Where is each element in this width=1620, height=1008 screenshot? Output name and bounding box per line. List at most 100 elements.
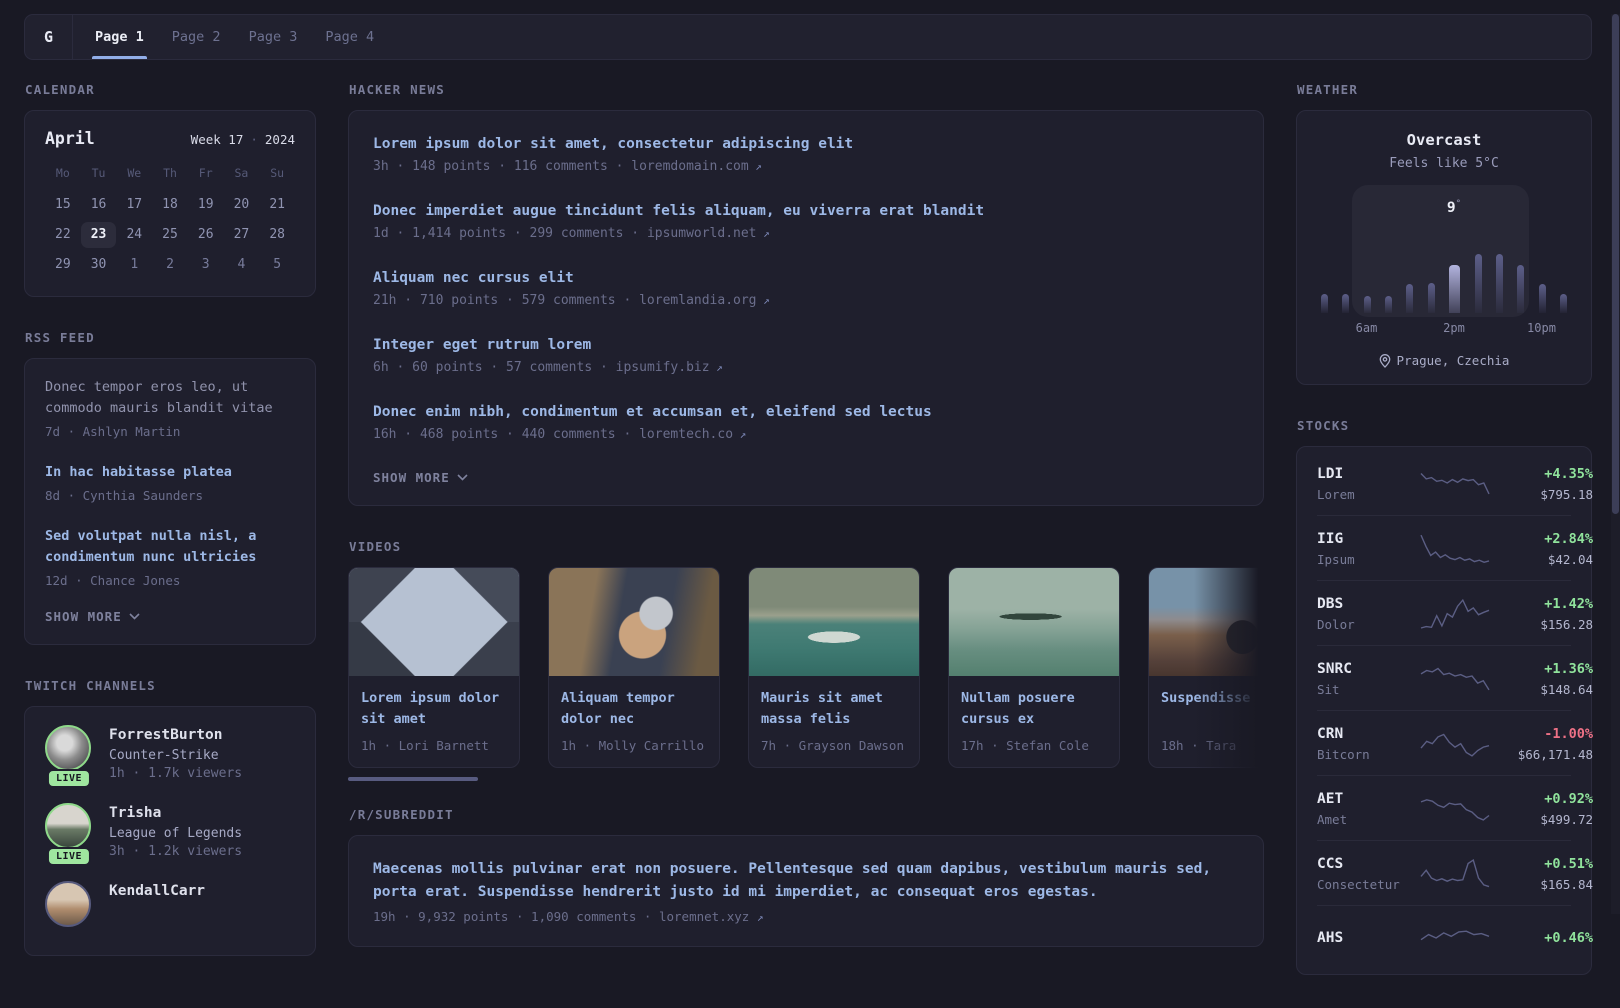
post-meta-text: 21h · 710 points · 579 comments · <box>373 293 640 308</box>
calendar-day: 5 <box>273 257 282 272</box>
rss-item-title[interactable]: In hac habitasse platea <box>45 462 295 483</box>
post-domain-link[interactable]: loremdomain.com ↗ <box>631 159 762 174</box>
twitch-avatar-wrap <box>45 881 93 927</box>
calendar-day: 19 <box>197 197 214 212</box>
middle-column: HACKER NEWS Lorem ipsum dolor sit amet, … <box>348 82 1264 1008</box>
rss-show-more-label: SHOW MORE <box>45 609 122 624</box>
tab-page-1[interactable]: Page 1 <box>82 15 157 59</box>
videos-scrollbar-thumb[interactable] <box>348 777 478 781</box>
stock-symbol: SNRC <box>1317 661 1352 677</box>
video-thumbnail[interactable] <box>349 568 519 676</box>
calendar-day: 18 <box>162 197 178 212</box>
hackernews-post-title[interactable]: Aliquam nec cursus elit <box>373 267 1239 289</box>
hackernews-post: Donec imperdiet augue tincidunt felis al… <box>373 200 1239 241</box>
rss-item-meta: 7d · Ashlyn Martin <box>45 424 181 439</box>
stock-row[interactable]: CRN Bitcorn -1.00% $66,171.48 <box>1317 710 1593 775</box>
sparkline-chart <box>1420 534 1490 564</box>
calendar-weekday: Mo <box>55 166 70 180</box>
video-title[interactable]: Lorem ipsum dolor sit amet consectetu… <box>361 688 507 730</box>
rss-show-more-button[interactable]: SHOW MORE <box>45 607 140 626</box>
hackernews-post-title[interactable]: Donec enim nibh, condimentum et accumsan… <box>373 401 1239 423</box>
post-domain-link[interactable]: loremtech.co ↗ <box>639 427 746 442</box>
weather-condition: Overcast <box>1406 131 1482 149</box>
calendar-day: 27 <box>233 227 250 242</box>
video-title[interactable]: Suspendisse diam <box>1161 688 1264 730</box>
stock-identity: DBS Dolor <box>1317 594 1409 632</box>
tab-page-4[interactable]: Page 4 <box>312 15 387 59</box>
stock-row[interactable]: CCS Consectetur +0.51% $165.84 <box>1317 840 1593 905</box>
stock-change: +1.36% <box>1544 661 1593 677</box>
video-card[interactable]: Nullam posuere cursus ex 17h · Stefan Col… <box>948 567 1120 768</box>
live-badge: LIVE <box>46 769 92 788</box>
weather-time-labels: 6am 2pm 10pm <box>1319 321 1569 341</box>
video-thumbnail[interactable] <box>1149 568 1264 676</box>
weather-bar <box>1474 254 1482 313</box>
video-card[interactable]: Aliquam tempor dolor nec pharetra… 1h · M… <box>548 567 720 768</box>
stock-values: +0.46% <box>1501 928 1593 948</box>
stock-row[interactable]: AET Amet +0.92% $499.72 <box>1317 775 1593 840</box>
twitch-channel-name[interactable]: ForrestBurton <box>109 725 242 745</box>
post-domain-link[interactable]: ipsumify.biz ↗ <box>616 360 723 375</box>
weather-bar <box>1517 265 1525 313</box>
hackernews-post-meta: 1d · 1,414 points · 299 comments · ipsum… <box>373 226 1239 241</box>
video-thumbnail[interactable] <box>949 568 1119 676</box>
video-card[interactable]: Mauris sit amet massa felis 7h · Grayson … <box>748 567 920 768</box>
video-card[interactable]: Lorem ipsum dolor sit amet consectetu… 1h… <box>348 567 520 768</box>
subreddit-post-domain-link[interactable]: loremnet.xyz ↗ <box>659 909 763 924</box>
stock-name: Amet <box>1317 812 1348 827</box>
twitch-channel-name[interactable]: KendallCarr <box>109 881 205 901</box>
page-scrollbar-thumb[interactable] <box>1612 14 1619 514</box>
hackernews-post-title[interactable]: Lorem ipsum dolor sit amet, consectetur … <box>373 133 1239 155</box>
calendar-weekday: Fr <box>198 166 213 180</box>
video-card-body: Suspendisse diam 18h · Tara <box>1149 676 1264 767</box>
sparkline-chart <box>1420 667 1490 691</box>
video-thumbnail[interactable] <box>549 568 719 676</box>
hackernews-post-title[interactable]: Integer eget rutrum lorem <box>373 334 1239 356</box>
stock-price: $795.18 <box>1540 487 1593 502</box>
hackernews-post-title[interactable]: Donec imperdiet augue tincidunt felis al… <box>373 200 1239 222</box>
stock-row[interactable]: SNRC Sit +1.36% $148.64 <box>1317 645 1593 710</box>
calendar-day: 20 <box>233 197 250 212</box>
stock-change: +4.35% <box>1544 466 1593 482</box>
twitch-section-title: TWITCH CHANNELS <box>25 678 156 693</box>
rss-item-title[interactable]: Donec tempor eros leo, ut commodo mauris… <box>45 377 295 419</box>
stock-row[interactable]: IIG Ipsum +2.84% $42.04 <box>1317 515 1593 580</box>
tab-page-2[interactable]: Page 2 <box>159 15 234 59</box>
post-domain-link[interactable]: ipsumworld.net ↗ <box>647 226 770 241</box>
sparkline-chart <box>1420 858 1490 888</box>
stock-identity: AET Amet <box>1317 789 1409 827</box>
weather-current-temp: 9° <box>1446 199 1462 216</box>
video-title[interactable]: Mauris sit amet massa felis <box>761 688 907 730</box>
stocks-card: LDI Lorem +4.35% $795.18 IIG Ipsum +2.84% $42.0… <box>1296 446 1593 975</box>
subreddit-post-title[interactable]: Maecenas mollis pulvinar erat non posuer… <box>373 858 1239 904</box>
calendar-section-title: CALENDAR <box>25 82 95 97</box>
stocks-widget: STOCKS LDI Lorem +4.35% $795.18 IIG Ipsum +2.8… <box>1296 418 1593 975</box>
sparkline-chart <box>1420 473 1490 495</box>
video-card-body: Nullam posuere cursus ex 17h · Stefan Col… <box>949 676 1119 767</box>
twitch-channel-name[interactable]: Trisha <box>109 803 242 823</box>
calendar-day: 26 <box>197 227 214 242</box>
video-card[interactable]: Suspendisse diam 18h · Tara <box>1148 567 1264 768</box>
calendar-day: 4 <box>237 257 246 272</box>
calendar-grid: Mo Tu We Th Fr Sa Su 15 16 17 18 19 20 21 22 23 24 25 26 27… <box>45 162 295 278</box>
rss-item-title[interactable]: Sed volutpat nulla nisl, a condimentum n… <box>45 526 295 568</box>
sparkline-chart <box>1420 733 1490 757</box>
post-domain-link[interactable]: loremlandia.org ↗ <box>639 293 770 308</box>
calendar-header: April Week 17 · 2024 <box>45 129 295 148</box>
page-scrollbar-track[interactable] <box>1611 14 1620 914</box>
video-title[interactable]: Nullam posuere cursus ex <box>961 688 1107 730</box>
video-thumbnail[interactable] <box>749 568 919 676</box>
stock-row[interactable]: LDI Lorem +4.35% $795.18 <box>1317 451 1593 515</box>
video-title[interactable]: Aliquam tempor dolor nec pharetra… <box>561 688 707 730</box>
tab-page-3[interactable]: Page 3 <box>236 15 311 59</box>
stock-symbol: CCS <box>1317 856 1344 872</box>
stock-row[interactable]: DBS Dolor +1.42% $156.28 <box>1317 580 1593 645</box>
hackernews-show-more-button[interactable]: SHOW MORE <box>373 468 468 487</box>
twitch-channel-meta: 3h · 1.2k viewers <box>109 844 243 859</box>
stock-identity: CCS Consectetur <box>1317 854 1409 892</box>
stock-row[interactable]: AHS +0.46% <box>1317 905 1593 970</box>
post-meta-text: 16h · 468 points · 440 comments · <box>373 427 640 442</box>
stock-price: $156.28 <box>1540 617 1593 632</box>
video-meta: 17h · Stefan Cole <box>961 738 1089 753</box>
calendar-year: 2024 <box>264 132 295 147</box>
